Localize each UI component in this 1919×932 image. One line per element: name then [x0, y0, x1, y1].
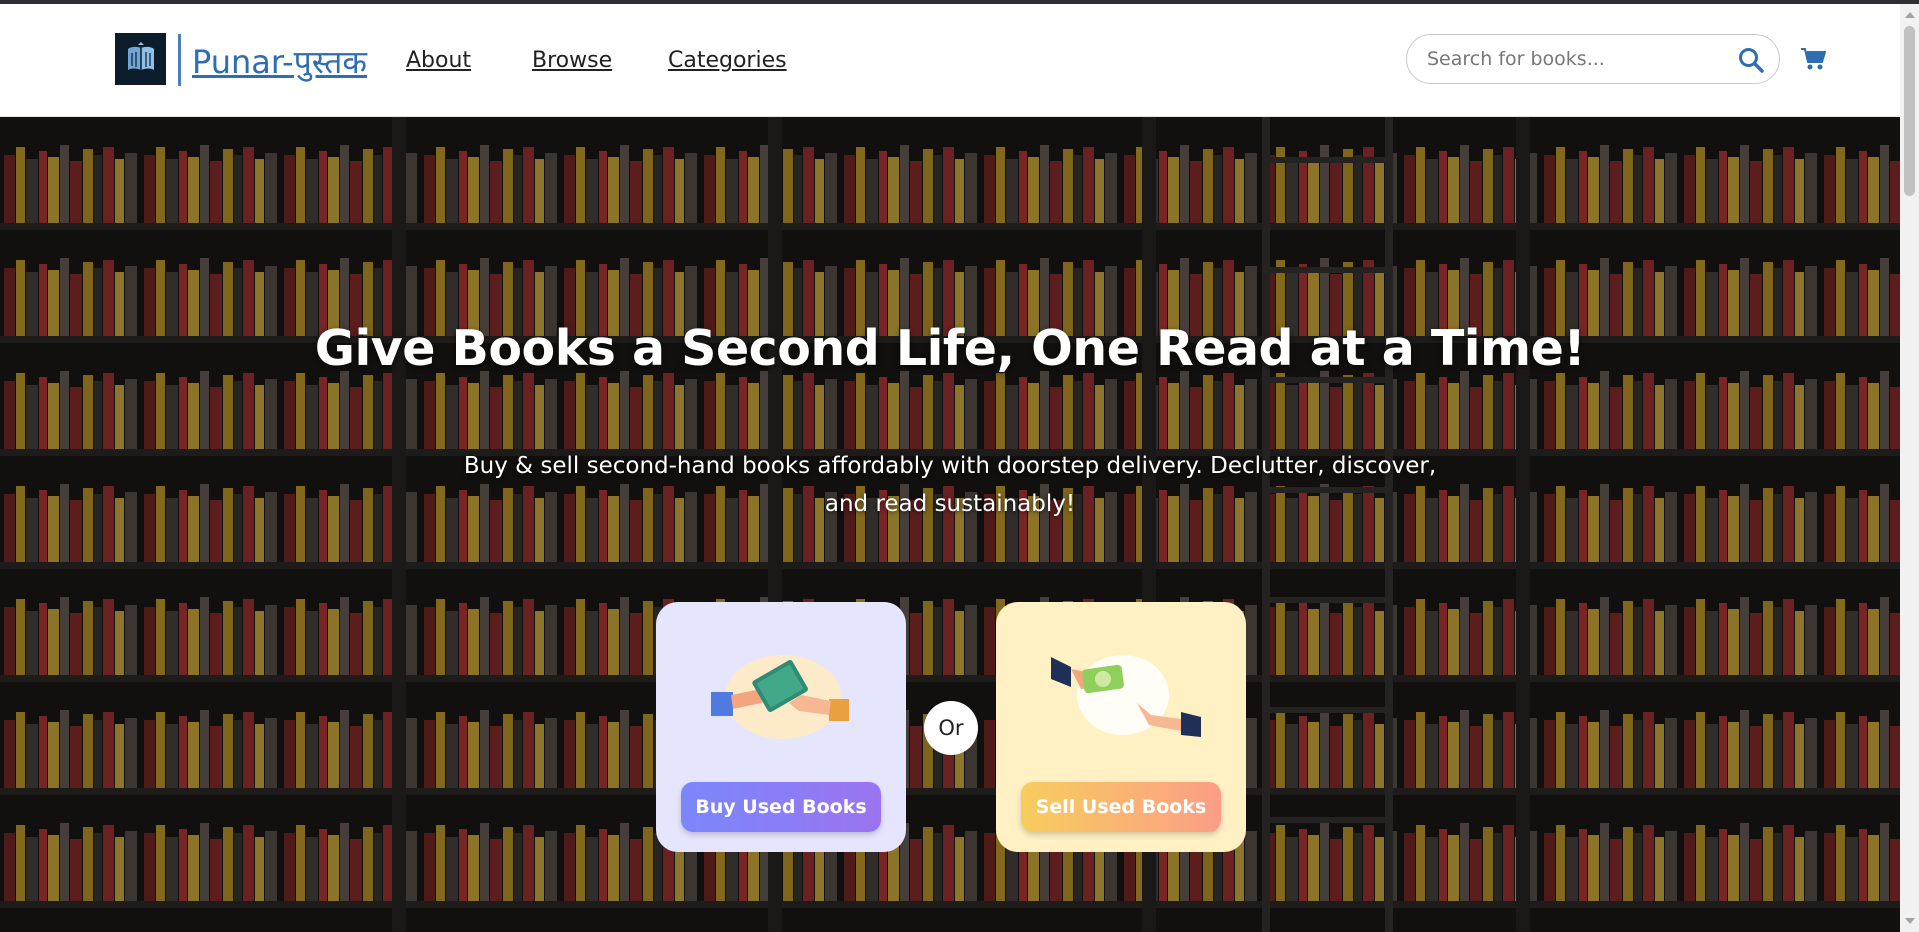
hero-overlay — [0, 117, 1900, 932]
scroll-thumb[interactable] — [1904, 26, 1915, 196]
hero-section: Give Books a Second Life, One Read at a … — [0, 117, 1900, 932]
sell-used-books-button[interactable]: Sell Used Books — [1021, 782, 1221, 832]
search-icon[interactable] — [1737, 46, 1765, 74]
nav-about-link[interactable]: About — [406, 48, 471, 73]
search-bar — [1406, 34, 1780, 84]
scroll-up-icon[interactable] — [1905, 12, 1915, 18]
buy-used-books-button[interactable]: Buy Used Books — [681, 782, 881, 832]
scroll-down-icon[interactable] — [1905, 918, 1915, 924]
logo-divider — [178, 34, 181, 86]
buy-card[interactable]: Buy Used Books — [656, 602, 906, 852]
book-logo-icon[interactable] — [115, 33, 166, 85]
or-badge: Or — [924, 701, 978, 755]
nav-browse-link[interactable]: Browse — [532, 48, 612, 73]
nav-categories-link[interactable]: Categories — [668, 48, 787, 73]
sell-card[interactable]: Sell Used Books — [996, 602, 1246, 852]
book-handover-icon — [711, 655, 849, 739]
cart-icon[interactable] — [1800, 47, 1826, 71]
hero-subtitle: Buy & sell second-hand books affordably … — [463, 453, 1437, 517]
search-input[interactable] — [1427, 48, 1727, 70]
hero-title: Give Books a Second Life, One Read at a … — [314, 320, 1586, 377]
money-handover-icon — [1051, 655, 1201, 737]
brand-link[interactable]: Punar-पुस्तक — [192, 40, 367, 83]
navbar: Punar-पुस्तक About Browse Categories — [0, 4, 1900, 117]
page-scrollbar[interactable] — [1900, 4, 1919, 932]
